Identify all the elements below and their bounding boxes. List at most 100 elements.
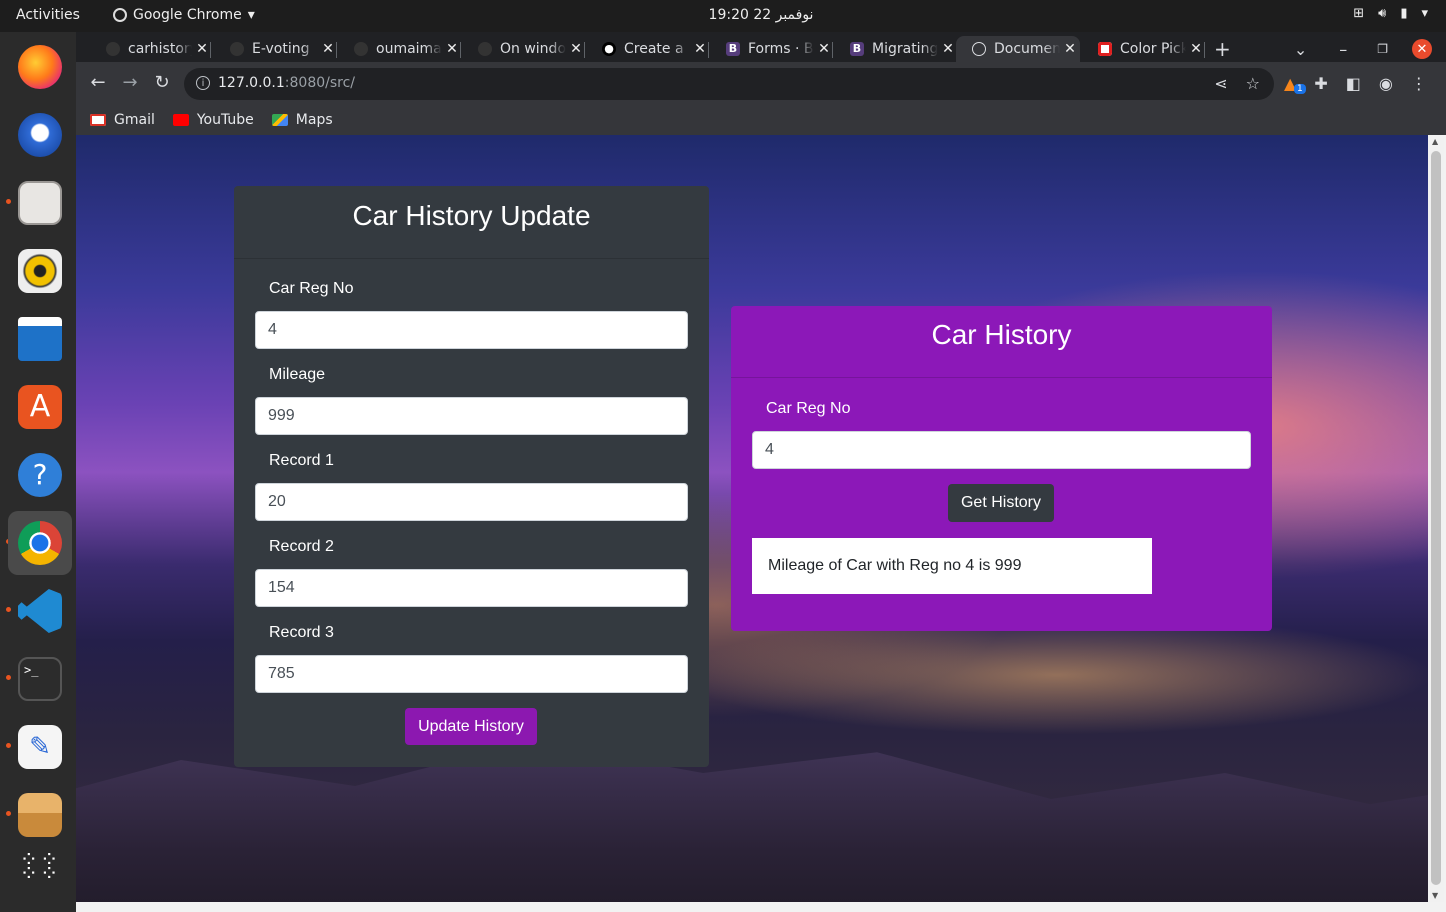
running-indicator: [6, 607, 11, 612]
close-tab-icon[interactable]: ✕: [690, 41, 710, 57]
tab-title: On windows: [500, 41, 566, 57]
tab-migrating[interactable]: B Migrating ✕: [834, 36, 958, 62]
files-icon: [18, 181, 62, 225]
clock[interactable]: 19:20 22 نوفمبر: [0, 7, 1446, 23]
history-car-reg-no-input[interactable]: [752, 431, 1251, 469]
update-card-title: Car History Update: [234, 186, 709, 259]
help-icon: ?: [18, 453, 62, 497]
profile-avatar-icon[interactable]: ◉: [1379, 74, 1393, 93]
tab-oumaima[interactable]: oumaima ✕: [338, 36, 462, 62]
minimize-icon[interactable]: –: [1339, 40, 1347, 59]
tab-document[interactable]: Document ✕: [956, 36, 1080, 62]
running-indicator: [6, 199, 11, 204]
update-form: Car Reg No Mileage Record 1 Record 2 Rec…: [234, 259, 709, 693]
close-tab-icon[interactable]: ✕: [318, 41, 338, 57]
forward-arrow-icon[interactable]: →: [118, 72, 142, 96]
dock-vscode[interactable]: [12, 583, 68, 639]
tab-title: Document: [994, 41, 1060, 57]
update-history-button[interactable]: Update History: [405, 708, 537, 745]
tab-separator: [584, 42, 585, 58]
car-reg-no-label: Car Reg No: [269, 280, 354, 297]
dock-archive[interactable]: [12, 787, 68, 843]
tab-forms[interactable]: B Forms · Bootstrap ✕: [710, 36, 834, 62]
tab-e-voting[interactable]: E-voting ✕: [214, 36, 338, 62]
history-form: Car Reg No: [731, 378, 1272, 469]
record-3-input[interactable]: [255, 655, 688, 693]
extensions-puzzle-icon[interactable]: ✚: [1314, 74, 1327, 93]
bookmark-star-icon[interactable]: ☆: [1246, 74, 1260, 93]
new-tab-button[interactable]: +: [1208, 36, 1240, 62]
running-indicator: [6, 743, 11, 748]
tab-create[interactable]: ● Create a ✕: [586, 36, 710, 62]
close-tab-icon[interactable]: ✕: [442, 41, 462, 57]
scroll-down-arrow-icon[interactable]: ▼: [1432, 891, 1438, 900]
mileage-label: Mileage: [269, 366, 326, 383]
restore-icon[interactable]: ❐: [1377, 42, 1388, 56]
show-applications-button[interactable]: ⁘⁘ ⁘⁘: [12, 842, 68, 898]
reload-icon[interactable]: ↻: [150, 72, 174, 96]
record-2-label: Record 2: [269, 538, 334, 555]
dock-libreoffice-writer[interactable]: [12, 311, 68, 367]
metamask-icon[interactable]: ▲ 1: [1284, 74, 1306, 94]
car-history-update-card: Car History Update Car Reg No Mileage Re…: [234, 186, 709, 767]
window-close-icon[interactable]: ✕: [1412, 39, 1432, 59]
window-controls: ⌄ – ❐ ✕: [1294, 36, 1446, 62]
chevron-down-icon: ▾: [1421, 6, 1428, 21]
dock-chrome[interactable]: [8, 511, 72, 575]
globe-icon: [972, 42, 986, 56]
scroll-up-arrow-icon[interactable]: ▲: [1432, 137, 1438, 146]
form-group-mileage: Mileage: [255, 345, 688, 435]
site-info-icon[interactable]: i: [196, 76, 210, 90]
dock-help[interactable]: ?: [12, 447, 68, 503]
car-reg-no-input[interactable]: [255, 311, 688, 349]
get-history-button[interactable]: Get History: [948, 484, 1054, 522]
close-tab-icon[interactable]: ✕: [192, 41, 212, 57]
dock-files[interactable]: [12, 175, 68, 231]
dock-text-editor[interactable]: ✎: [12, 719, 68, 775]
close-tab-icon[interactable]: ✕: [814, 41, 834, 57]
address-bar[interactable]: i 127.0.0.1:8080/src/ ⋖ ☆: [184, 68, 1274, 100]
github-icon: [230, 42, 244, 56]
tab-title: Forms · Bootstrap: [748, 41, 814, 57]
system-status-area[interactable]: ⊞ 🔊︎ ▮ ▾: [1353, 6, 1428, 21]
close-tab-icon[interactable]: ✕: [938, 41, 958, 57]
tab-title: oumaima: [376, 41, 442, 57]
app-grid-icon: ⁘⁘ ⁘⁘: [19, 848, 61, 887]
side-panel-icon[interactable]: ◧: [1346, 74, 1361, 93]
dock-software-center[interactable]: A: [12, 379, 68, 435]
dock-terminal[interactable]: >_: [12, 651, 68, 707]
mileage-input[interactable]: [255, 397, 688, 435]
bookmark-maps[interactable]: Maps: [271, 111, 333, 128]
background-city-lights: [676, 615, 1428, 735]
dock-rhythmbox[interactable]: [12, 243, 68, 299]
back-arrow-icon[interactable]: ←: [86, 72, 110, 96]
bootstrap-icon: B: [726, 42, 740, 56]
history-card-title: Car History: [731, 306, 1272, 378]
close-tab-icon[interactable]: ✕: [1186, 41, 1206, 57]
scrollbar-thumb[interactable]: [1431, 151, 1441, 885]
bookmark-gmail[interactable]: Gmail: [90, 112, 155, 128]
tab-color-picker[interactable]: Color Picker ✕: [1082, 36, 1206, 62]
more-menu-icon[interactable]: ⋮: [1411, 74, 1427, 93]
record-2-input[interactable]: [255, 569, 688, 607]
close-tab-icon[interactable]: ✕: [1060, 41, 1080, 57]
bookmark-youtube[interactable]: YouTube: [172, 112, 254, 128]
record-3-label: Record 3: [269, 624, 334, 641]
chrome-icon: [18, 521, 62, 565]
extension-badge: 1: [1294, 84, 1306, 94]
tab-separator: [832, 42, 833, 58]
record-1-input[interactable]: [255, 483, 688, 521]
close-tab-icon[interactable]: ✕: [566, 41, 586, 57]
tab-carhistory[interactable]: carhistory ✕: [90, 36, 212, 62]
tab-on-windows[interactable]: On windows ✕: [462, 36, 586, 62]
page-scrollbar[interactable]: ▲ ▼: [1428, 135, 1444, 902]
tab-separator: [1204, 42, 1205, 58]
tab-separator: [210, 42, 211, 58]
text-editor-icon: ✎: [18, 725, 62, 769]
bookmark-label: Maps: [295, 111, 333, 128]
dock-thunderbird[interactable]: [12, 107, 68, 163]
share-icon[interactable]: ⋖: [1214, 74, 1227, 93]
archive-icon: [18, 793, 62, 837]
tab-search-icon[interactable]: ⌄: [1294, 40, 1307, 59]
dock-firefox[interactable]: [12, 39, 68, 95]
